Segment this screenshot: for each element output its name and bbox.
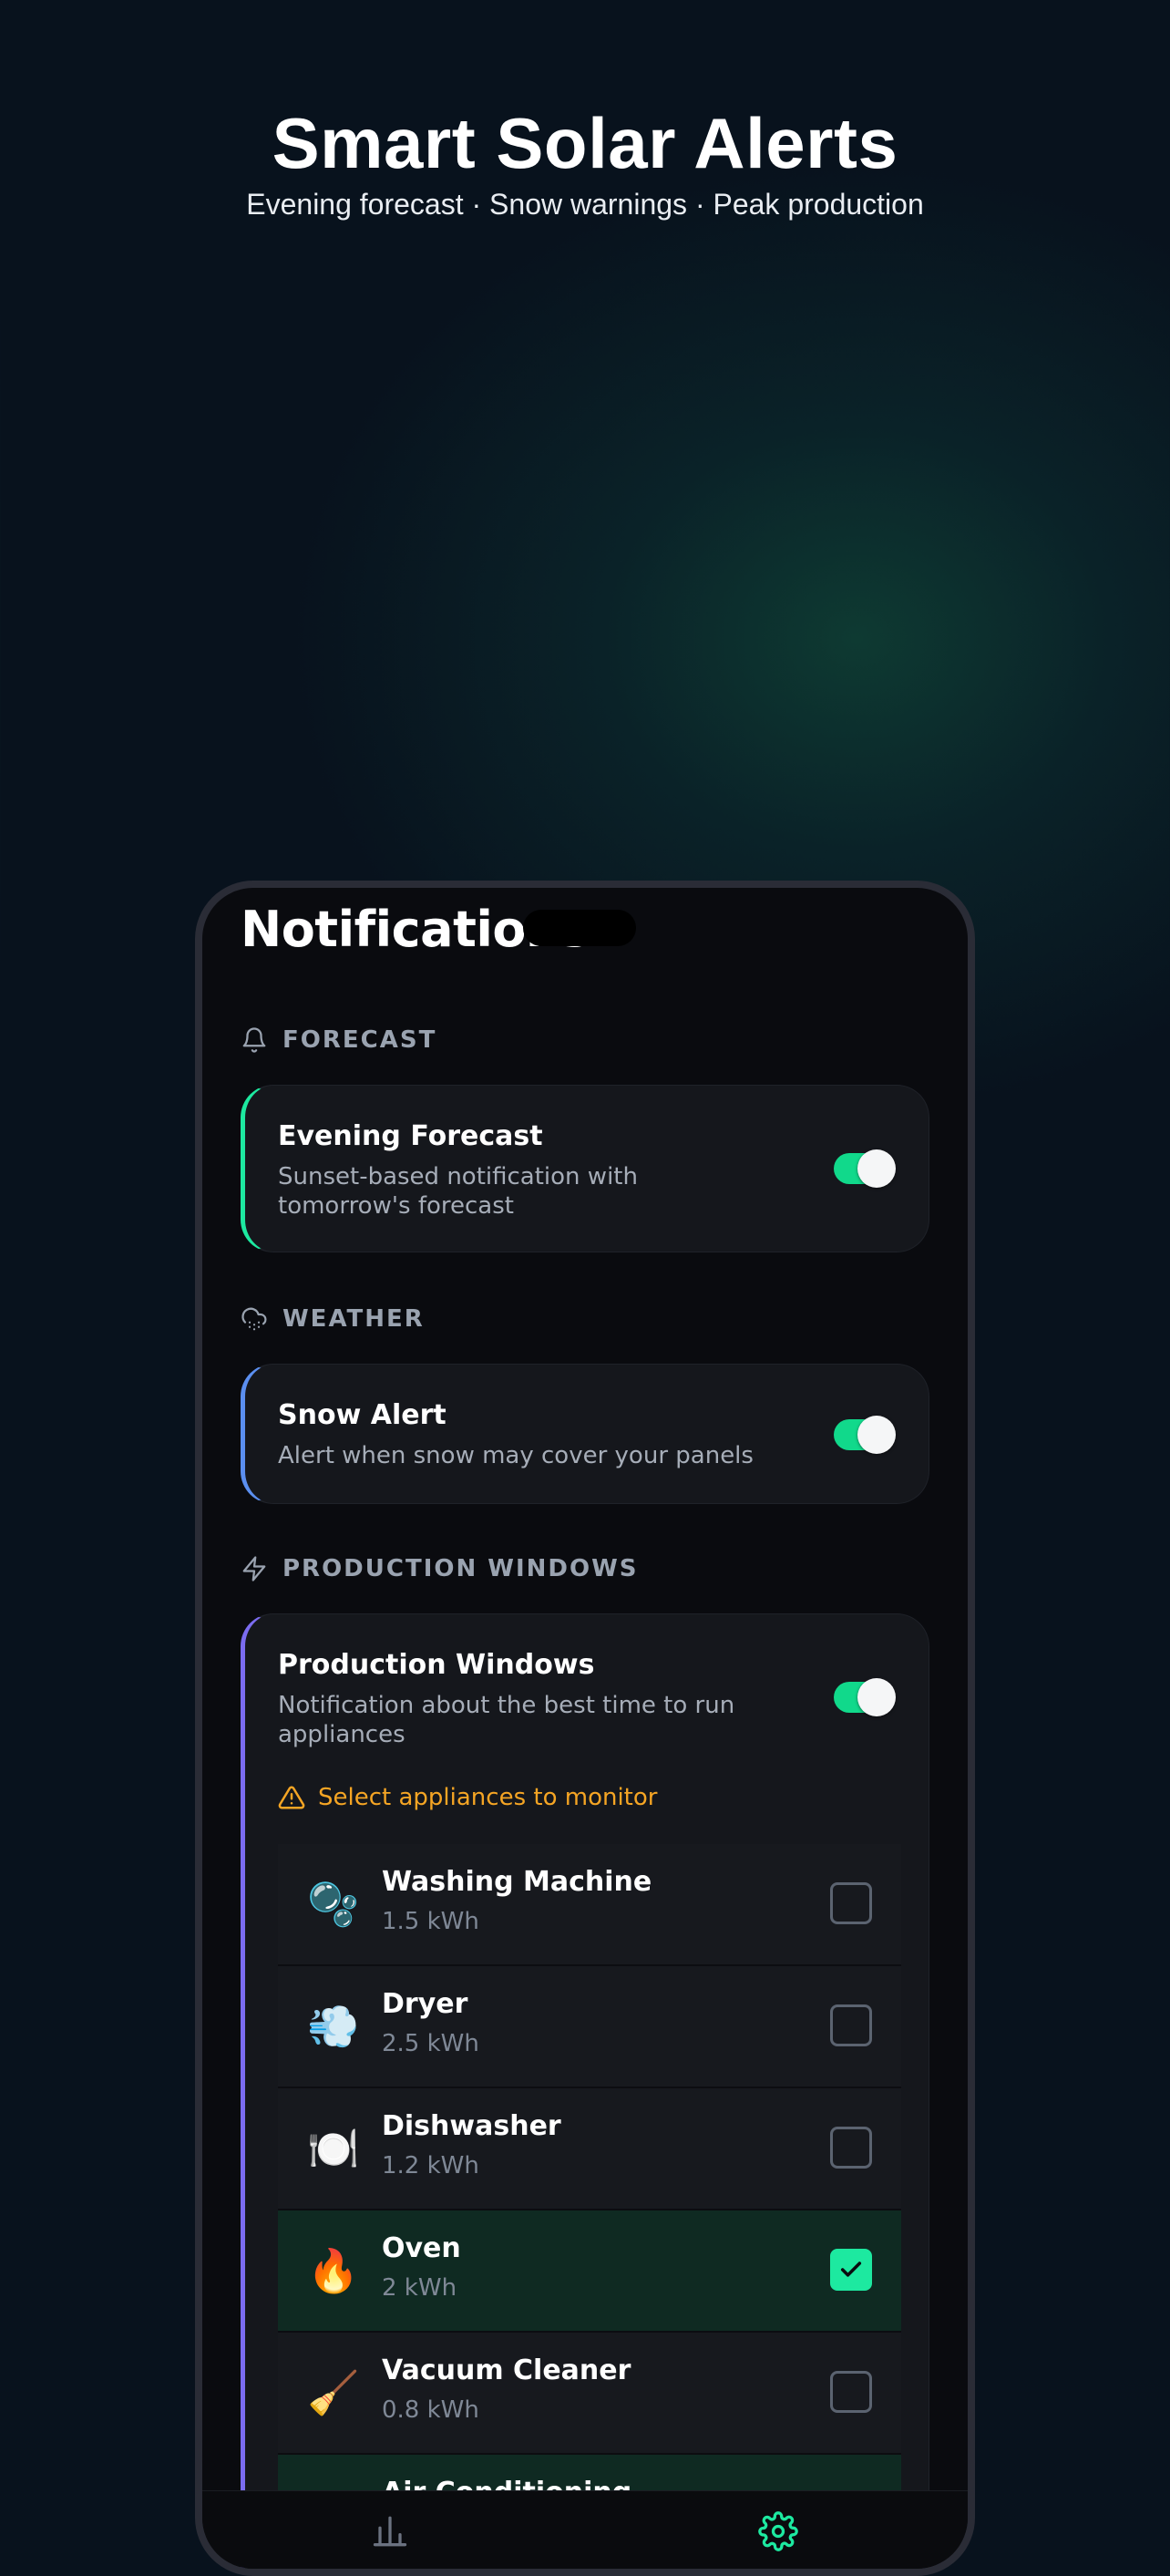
appliance-energy: 0.8 kWh — [382, 2396, 479, 2424]
appliance-name: Dishwasher — [382, 2110, 561, 2142]
section-forecast: FORECAST — [241, 1026, 436, 1054]
appliance-checkbox[interactable] — [830, 2249, 872, 2291]
appliance-checkbox[interactable] — [830, 2004, 872, 2046]
appliance-checkbox[interactable] — [830, 2127, 872, 2169]
appliance-name: Oven — [382, 2232, 461, 2264]
section-production-heading: PRODUCTION WINDOWS — [282, 1555, 639, 1582]
snow-cloud-icon — [241, 1307, 267, 1331]
appliance-icon: 🫧 — [307, 1880, 360, 1929]
hero-subtitle: Evening forecast · Snow warnings · Peak … — [246, 188, 924, 221]
appliance-icon: 💨 — [307, 2002, 360, 2051]
appliance-name: Vacuum Cleaner — [382, 2354, 631, 2386]
section-forecast-heading: FORECAST — [282, 1026, 437, 1054]
evening-forecast-title: Evening Forecast — [278, 1120, 543, 1152]
warning-icon — [278, 1786, 305, 1809]
toggle-knob — [857, 1678, 896, 1716]
snow-alert-toggle[interactable] — [834, 1416, 896, 1454]
appliance-icon: 🔥 — [307, 2246, 360, 2295]
appliance-row[interactable]: 🔥 Oven 2 kWh — [278, 2210, 901, 2333]
snow-alert-description: Alert when snow may cover your panels — [278, 1442, 754, 1469]
appliance-row[interactable]: 🍽️ Dishwasher 1.2 kWh — [278, 2088, 901, 2210]
appliances-warning-text: Select appliances to monitor — [318, 1784, 658, 1811]
appliance-energy: 1.5 kWh — [382, 1908, 479, 1935]
appliance-row[interactable]: 🧹 Vacuum Cleaner 0.8 kWh — [278, 2333, 901, 2455]
section-production: PRODUCTION WINDOWS — [241, 1555, 638, 1582]
appliance-icon: 🍽️ — [307, 2124, 360, 2173]
check-icon — [840, 2262, 862, 2277]
bell-icon — [242, 1027, 266, 1053]
evening-forecast-description: Sunset-based notification with tomorrow'… — [278, 1163, 638, 1220]
appliance-checkbox[interactable] — [830, 1882, 872, 1924]
appliance-energy: 1.2 kWh — [382, 2152, 479, 2179]
production-windows-description: Notification about the best time to run … — [278, 1692, 735, 1748]
production-windows-toggle[interactable] — [834, 1678, 896, 1716]
section-weather-heading: WEATHER — [282, 1305, 425, 1333]
evening-forecast-toggle[interactable] — [834, 1149, 896, 1188]
appliance-energy: 2.5 kWh — [382, 2030, 479, 2057]
appliance-row[interactable]: 💨 Dryer 2.5 kWh — [278, 1966, 901, 2088]
lightning-icon — [242, 1556, 266, 1582]
section-weather: WEATHER — [241, 1305, 425, 1333]
appliance-icon: 🧹 — [307, 2368, 360, 2417]
appliance-list: 🫧 Washing Machine 1.5 kWh 💨 Dryer 2.5 kWh 🍽️ Di… — [278, 1844, 901, 2569]
appliances-warning: Select appliances to monitor — [278, 1784, 657, 1811]
appliance-energy: 2 kWh — [382, 2274, 457, 2302]
snow-alert-title: Snow Alert — [278, 1399, 446, 1431]
toggle-knob — [857, 1416, 896, 1454]
production-windows-title: Production Windows — [278, 1649, 595, 1681]
snow-alert-card: Snow Alert Alert when snow may cover you… — [241, 1364, 929, 1504]
settings-tab-icon[interactable] — [758, 2511, 798, 2551]
hero-title: Smart Solar Alerts — [272, 103, 898, 183]
toggle-knob — [857, 1149, 896, 1188]
production-windows-card: Production Windows Notification about th… — [241, 1613, 929, 2569]
dynamic-island — [523, 910, 636, 946]
appliance-name: Dryer — [382, 1988, 468, 2020]
evening-forecast-card: Evening Forecast Sunset-based notificati… — [241, 1085, 929, 1252]
appliance-checkbox[interactable] — [830, 2371, 872, 2413]
appliance-name: Washing Machine — [382, 1866, 652, 1898]
appliance-row[interactable]: 🫧 Washing Machine 1.5 kWh — [278, 1844, 901, 1966]
phone-frame: Notifications FORECAST Evening Forecast … — [195, 881, 975, 2576]
stats-tab-icon[interactable] — [370, 2511, 410, 2551]
tab-bar — [202, 2490, 968, 2569]
